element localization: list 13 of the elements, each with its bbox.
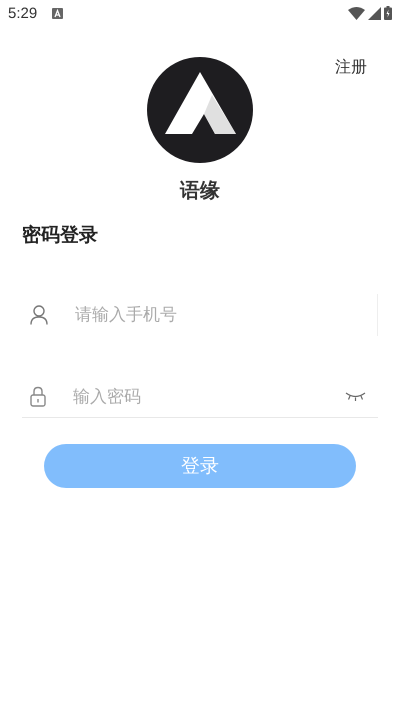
signal-icon	[368, 6, 381, 20]
battery-icon	[384, 6, 392, 20]
app-name: 语缘	[180, 177, 220, 204]
login-title: 密码登录	[22, 223, 98, 248]
password-input[interactable]: 输入密码	[73, 382, 345, 412]
wifi-icon	[348, 6, 365, 20]
notification-icon	[52, 8, 64, 18]
closed-eye-icon[interactable]	[345, 392, 366, 402]
lock-icon	[30, 386, 46, 407]
register-link[interactable]: 注册	[335, 56, 367, 78]
phone-input[interactable]: 请输入手机号	[75, 300, 377, 330]
status-time: 5:29	[8, 4, 38, 22]
user-icon	[30, 305, 48, 325]
